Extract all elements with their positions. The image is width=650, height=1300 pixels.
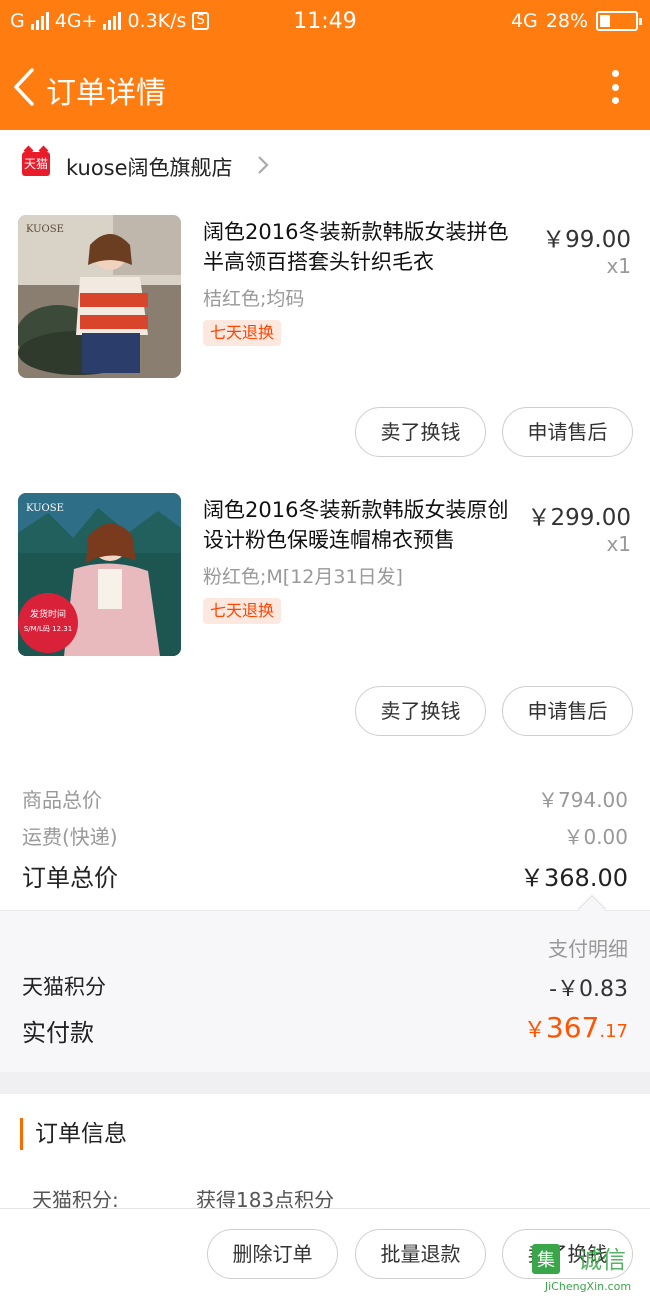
watermark-logo-char: 集 — [537, 1250, 555, 1271]
goods-total-label: 商品总价 — [22, 788, 102, 812]
shipping-value: ￥0.00 — [563, 825, 628, 849]
network-type: 4G — [510, 10, 538, 32]
payment-detail-label: 支付明细 — [548, 937, 628, 961]
product-thumbnail[interactable]: KUOSE 发货时间 S/M/L码 12.31 — [18, 493, 181, 656]
thumb-sticker-title: 发货时间 — [30, 608, 66, 620]
more-vertical-icon[interactable] — [610, 70, 620, 104]
watermark-cn: 诚信 — [578, 1246, 626, 1274]
after-sale-button[interactable]: 申请售后 — [502, 407, 633, 457]
thumb-brand-text: KUOSE — [26, 503, 64, 514]
order-info-title: 订单信息 — [20, 1118, 127, 1150]
product-price: ￥99.00 — [542, 227, 631, 253]
thumb-sticker-text: S/M/L码 12.31 — [24, 625, 72, 633]
paid-label: 实付款 — [22, 1019, 94, 1047]
payment-detail-header: 支付明细 — [22, 933, 628, 961]
shipping-label: 运费(快递) — [22, 825, 118, 849]
goods-total-value: ￥794.00 — [538, 788, 628, 812]
paid-decimal: .17 — [599, 1021, 628, 1042]
store-row[interactable]: 天猫 kuose阔色旗舰店 — [0, 130, 650, 200]
delete-order-button[interactable]: 删除订单 — [207, 1229, 338, 1279]
product-quantity: x1 — [606, 254, 631, 278]
goods-total-row: 商品总价 ￥794.00 — [22, 784, 628, 812]
shipping-row: 运费(快递) ￥0.00 — [22, 821, 628, 849]
paid-amount: ￥367.17 — [524, 1011, 628, 1044]
points-label: 天猫积分 — [22, 975, 106, 999]
order-item[interactable]: KUOSE 发货时间 S/M/L码 12.31 阔色2016冬装新款韩版女装原创… — [0, 478, 650, 760]
battery-fill — [600, 15, 610, 27]
product-sku: 桔红色;均码 — [203, 288, 305, 310]
after-sale-button[interactable]: 申请售后 — [502, 686, 633, 736]
sell-button[interactable]: 卖了换钱 — [355, 407, 486, 457]
product-thumbnail[interactable]: KUOSE — [18, 215, 181, 378]
tmall-icon: 天猫 — [22, 152, 50, 176]
product-sku: 粉红色;M[12月31日发] — [203, 566, 403, 588]
order-item[interactable]: KUOSE 阔色2016冬装新款韩版女装拼色半高领百搭套头针织毛衣 ￥99.00… — [0, 200, 650, 478]
order-total-label: 订单总价 — [22, 864, 118, 892]
paid-integer: 367 — [545, 1011, 600, 1044]
payment-detail-panel: 支付明细 天猫积分 -￥0.83 实付款 ￥367.17 — [0, 910, 650, 1072]
section-divider — [0, 1072, 650, 1094]
order-total-row: 订单总价 ￥368.00 — [22, 858, 628, 892]
header-bar: 订单详情 — [0, 44, 650, 130]
batch-refund-button[interactable]: 批量退款 — [355, 1229, 486, 1279]
points-value: -￥0.83 — [549, 977, 628, 1002]
return-policy-tag: 七天退换 — [203, 598, 282, 624]
order-total-value: ￥368.00 — [520, 864, 628, 892]
chevron-left-icon[interactable] — [10, 66, 40, 108]
product-title[interactable]: 阔色2016冬装新款韩版女装原创设计粉色保暖连帽棉衣预售 — [203, 495, 519, 555]
product-title[interactable]: 阔色2016冬装新款韩版女装拼色半高领百搭套头针织毛衣 — [203, 217, 519, 277]
store-name[interactable]: kuose阔色旗舰店 — [66, 152, 233, 182]
status-bar: G 4G+ 0.3K/s S 11:49 4G 28% — [0, 0, 650, 44]
battery-icon — [596, 11, 642, 31]
points-row: 天猫积分 -￥0.83 — [22, 971, 628, 1002]
product-price: ￥299.00 — [527, 505, 631, 531]
battery-percent: 28% — [545, 10, 588, 32]
chevron-right-icon — [258, 156, 269, 174]
paid-row: 实付款 ￥367.17 — [22, 1011, 628, 1047]
watermark-url: JiChengXin.com — [544, 1280, 631, 1293]
sell-button[interactable]: 卖了换钱 — [355, 686, 486, 736]
product-quantity: x1 — [606, 532, 631, 556]
return-policy-tag: 七天退换 — [203, 320, 282, 346]
page-title: 订单详情 — [46, 76, 166, 111]
thumb-brand-text: KUOSE — [26, 224, 64, 235]
paid-currency: ￥ — [523, 1018, 546, 1043]
watermark-logo: 集 诚信 JiChengXin.com — [528, 1240, 644, 1296]
